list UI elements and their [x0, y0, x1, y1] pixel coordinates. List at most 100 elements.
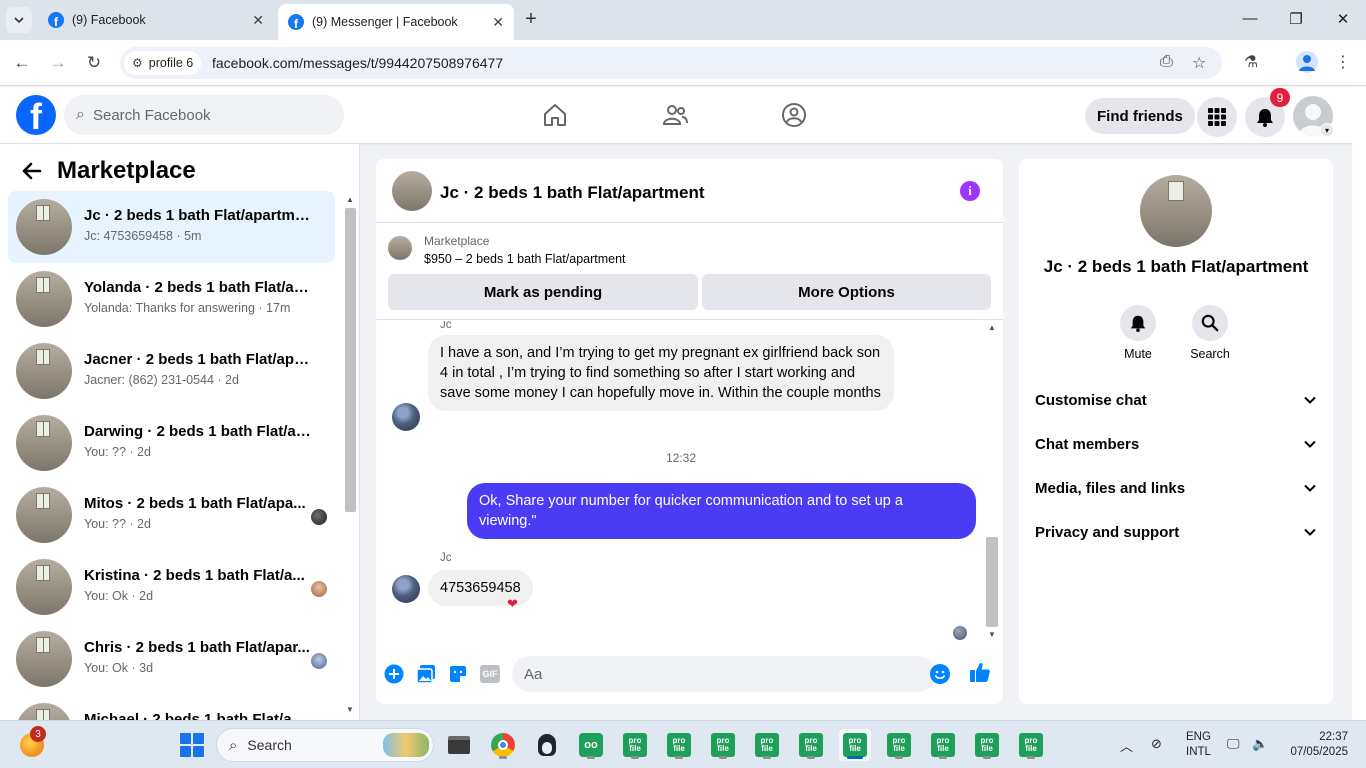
chevron-down-icon[interactable]: ▾ [1320, 123, 1334, 137]
profile-app-icon[interactable]: pro file [795, 729, 827, 761]
chat-item-jacner[interactable]: Jacner · 2 beds 1 bath Flat/apart... Jac… [8, 335, 335, 407]
more-options-button[interactable]: More Options [702, 274, 991, 310]
profile-app-icon-active[interactable]: pro file [839, 729, 871, 761]
facebook-search[interactable]: ⌕ [64, 95, 344, 135]
facebook-search-input[interactable] [92, 106, 313, 124]
search-highlight-image [383, 733, 429, 757]
listing-price-title[interactable]: $950 – 2 beds 1 bath Flat/apartment [424, 252, 626, 266]
input-language[interactable]: ENG INTL [1186, 730, 1211, 760]
scroll-up-arrow-icon[interactable]: ▲ [988, 323, 996, 332]
outgoing-message[interactable]: Ok, Share your number for quicker commun… [467, 483, 976, 539]
info-icon[interactable]: i [960, 181, 980, 201]
tab-close-icon[interactable]: ✕ [252, 12, 264, 29]
reload-button[interactable]: ↻ [83, 52, 105, 74]
penguin-app-icon[interactable] [531, 729, 563, 761]
sender-avatar[interactable] [392, 403, 420, 431]
search-in-chat-button[interactable]: Search [1180, 305, 1240, 361]
profile-app-icon[interactable]: pro file [707, 729, 739, 761]
find-friends-button[interactable]: Find friends [1085, 98, 1195, 134]
privacy-support-section[interactable]: Privacy and support [1027, 511, 1325, 555]
browser-profile-avatar[interactable] [1296, 51, 1318, 73]
friends-nav-icon[interactable] [661, 101, 689, 129]
browser-toolbar: ← → ↻ ⚙ profile 6 facebook.com/messages/… [0, 40, 1366, 86]
forward-button[interactable]: → [47, 52, 69, 74]
volume-icon[interactable]: 🔈 [1252, 736, 1268, 752]
profile-app-icon[interactable]: pro file [927, 729, 959, 761]
scrollbar-thumb[interactable] [986, 537, 998, 627]
page-scrollbar[interactable] [1352, 87, 1366, 720]
chat-item-jc[interactable]: Jc · 2 beds 1 bath Flat/apartment Jc: 47… [8, 191, 335, 263]
scroll-up-arrow-icon[interactable]: ▲ [346, 195, 354, 204]
thumbs-up-icon[interactable] [969, 661, 991, 683]
message-input[interactable] [512, 656, 936, 692]
chat-item-yolanda[interactable]: Yolanda · 2 beds 1 bath Flat/apa... Yola… [8, 263, 335, 335]
profile-app-icon[interactable]: pro file [971, 729, 1003, 761]
profile-chip[interactable]: ⚙ profile 6 [124, 51, 202, 75]
chat-list-scrollbar[interactable]: ▲ ▼ [343, 192, 357, 720]
browser-menu-icon[interactable]: ⋮ [1332, 52, 1354, 72]
chat-profile-avatar[interactable] [1140, 175, 1212, 247]
tray-chevron-up-icon[interactable]: ︿ [1120, 736, 1133, 755]
profile-app-icon[interactable]: pro file [619, 729, 651, 761]
groups-nav-icon[interactable] [780, 101, 808, 129]
photo-gallery-icon[interactable] [415, 663, 437, 685]
incoming-message[interactable]: I have a son, and I’m trying to get my p… [428, 335, 894, 411]
chat-item-preview: Jc: 4753659458 · 5m [84, 229, 202, 243]
menu-grid-button[interactable] [1197, 97, 1237, 137]
windows-start-icon[interactable] [180, 733, 204, 757]
gif-icon[interactable]: GIF [479, 663, 501, 685]
mark-as-pending-button[interactable]: Mark as pending [388, 274, 698, 310]
maximize-button[interactable]: ❐ [1286, 10, 1306, 28]
back-button[interactable]: ← [11, 52, 33, 74]
bookmark-star-icon[interactable]: ☆ [1192, 53, 1206, 73]
chat-members-section[interactable]: Chat members [1027, 423, 1325, 467]
minimize-button[interactable]: — [1240, 10, 1260, 27]
conversation-avatar[interactable] [392, 171, 432, 211]
network-off-icon[interactable]: ⊘ [1151, 736, 1162, 752]
system-clock[interactable]: 22:37 07/05/2025 [1286, 730, 1348, 760]
home-nav-icon[interactable] [541, 101, 569, 129]
tab-close-icon[interactable]: ✕ [492, 14, 504, 31]
scrollbar-thumb[interactable] [345, 208, 356, 512]
conversation-title[interactable]: Jc · 2 beds 1 bath Flat/apartment [440, 183, 705, 203]
chrome-icon[interactable] [487, 729, 519, 761]
thread-scrollbar[interactable]: ▲ ▼ [984, 321, 1000, 644]
profile-app-icon[interactable]: pro file [883, 729, 915, 761]
url-text[interactable]: facebook.com/messages/t/9944207508976477 [212, 55, 503, 71]
chat-item-kristina[interactable]: Kristina · 2 beds 1 bath Flat/a... You: … [8, 551, 335, 623]
back-arrow-icon[interactable] [20, 160, 42, 189]
chat-item-mitos[interactable]: Mitos · 2 beds 1 bath Flat/apa... You: ?… [8, 479, 335, 551]
browser-tab-messenger[interactable]: f (9) Messenger | Facebook ✕ [278, 4, 514, 40]
scroll-down-arrow-icon[interactable]: ▼ [346, 705, 354, 714]
facebook-logo-icon[interactable]: f [16, 95, 56, 135]
media-files-links-section[interactable]: Media, files and links [1027, 467, 1325, 511]
new-tab-button[interactable]: + [520, 8, 542, 30]
voicemail-app-icon[interactable]: oo [575, 729, 607, 761]
chat-item-darwing[interactable]: Darwing · 2 beds 1 bath Flat/ap... You: … [8, 407, 335, 479]
plus-circle-icon[interactable] [383, 663, 405, 685]
scroll-down-arrow-icon[interactable]: ▼ [988, 630, 996, 639]
sender-avatar[interactable] [392, 575, 420, 603]
browser-tab-facebook[interactable]: f (9) Facebook ✕ [38, 4, 274, 36]
profile-app-icon[interactable]: pro file [663, 729, 695, 761]
profile-app-icon[interactable]: pro file [751, 729, 783, 761]
listing-thumbnail[interactable] [388, 236, 412, 260]
close-window-button[interactable]: ✕ [1333, 10, 1353, 28]
browser-tab-bar: f (9) Facebook ✕ f (9) Messenger | Faceb… [0, 0, 1366, 40]
display-icon[interactable]: 🖵 [1227, 736, 1240, 752]
profile-app-icon[interactable]: pro file [1015, 729, 1047, 761]
chat-item-michael[interactable]: Michael · 2 beds 1 bath Flat/a... [8, 695, 335, 720]
customise-chat-section[interactable]: Customise chat [1027, 379, 1325, 423]
labs-flask-icon[interactable]: ⚗ [1240, 52, 1262, 72]
address-bar[interactable]: ⚙ profile 6 facebook.com/messages/t/9944… [120, 47, 1222, 79]
file-explorer-icon[interactable] [443, 729, 475, 761]
taskbar-search[interactable]: ⌕ Search [216, 728, 434, 762]
mute-button[interactable]: Mute [1108, 305, 1168, 361]
chat-item-chris[interactable]: Chris · 2 beds 1 bath Flat/apar... You: … [8, 623, 335, 695]
sticker-icon[interactable] [447, 663, 469, 685]
grid-menu-icon [1208, 108, 1226, 126]
tab-search-dropdown[interactable] [6, 7, 32, 33]
install-app-icon[interactable]: ⎙ [1160, 53, 1173, 71]
emoji-icon[interactable] [930, 664, 950, 684]
heart-reaction-icon[interactable]: ❤ [507, 596, 518, 612]
